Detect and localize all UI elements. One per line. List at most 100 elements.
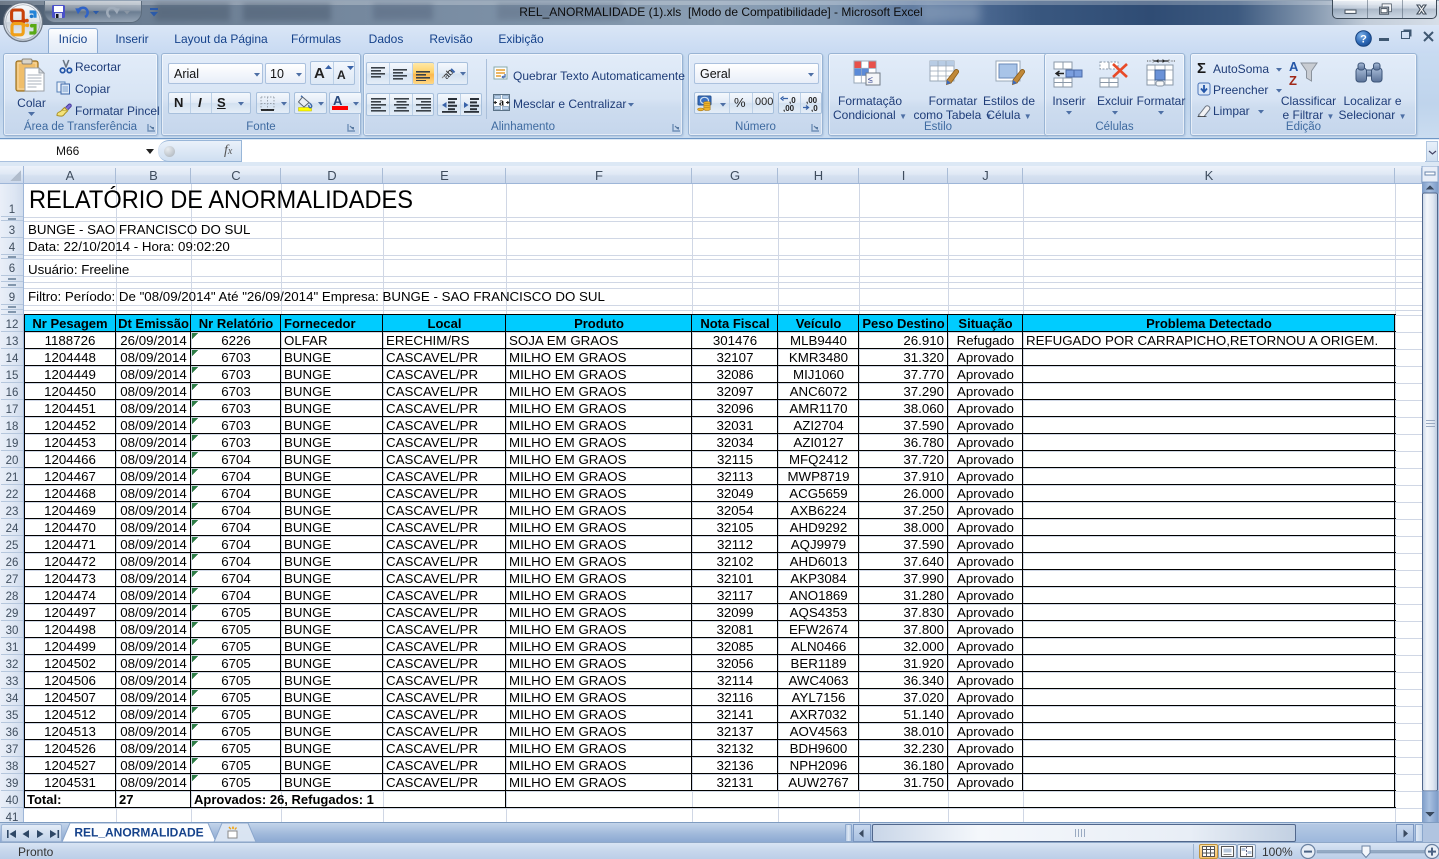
svg-text:OLFAR: OLFAR — [284, 333, 328, 348]
svg-text:CASCAVEL/PR: CASCAVEL/PR — [386, 486, 478, 501]
svg-text:36.780: 36.780 — [903, 435, 944, 450]
svg-text:08/09/2014: 08/09/2014 — [120, 503, 187, 518]
svg-text:32107: 32107 — [717, 350, 754, 365]
svg-text:CASCAVEL/PR: CASCAVEL/PR — [386, 537, 478, 552]
svg-text:08/09/2014: 08/09/2014 — [120, 554, 187, 569]
svg-text:MILHO EM GRAOS: MILHO EM GRAOS — [509, 741, 627, 756]
svg-text:08/09/2014: 08/09/2014 — [120, 401, 187, 416]
svg-text:AYL7156: AYL7156 — [792, 690, 846, 705]
svg-text:CASCAVEL/PR: CASCAVEL/PR — [386, 639, 478, 654]
svg-text:C: C — [231, 168, 240, 183]
svg-text:36: 36 — [6, 727, 19, 739]
svg-text:38.000: 38.000 — [903, 520, 944, 535]
svg-text:1204468: 1204468 — [44, 486, 96, 501]
svg-text:Aprovado: Aprovado — [957, 775, 1014, 790]
svg-text:CASCAVEL/PR: CASCAVEL/PR — [386, 588, 478, 603]
svg-text:6705: 6705 — [221, 741, 251, 756]
svg-text:37.290: 37.290 — [903, 384, 944, 399]
svg-text:32132: 32132 — [717, 741, 754, 756]
svg-text:AZI2704: AZI2704 — [793, 418, 843, 433]
svg-text:08/09/2014: 08/09/2014 — [120, 605, 187, 620]
svg-text:1204526: 1204526 — [44, 741, 96, 756]
svg-text:BUNGE: BUNGE — [284, 435, 331, 450]
svg-text:BUNGE: BUNGE — [284, 469, 331, 484]
svg-text:Aprovado: Aprovado — [957, 435, 1014, 450]
svg-text:ANO1869: ANO1869 — [789, 588, 847, 603]
svg-text:1204452: 1204452 — [44, 418, 96, 433]
svg-text:32112: 32112 — [717, 537, 753, 552]
svg-text:08/09/2014: 08/09/2014 — [120, 724, 187, 739]
svg-text:Aprovado: Aprovado — [957, 384, 1014, 399]
svg-text:MILHO EM GRAOS: MILHO EM GRAOS — [509, 588, 627, 603]
svg-text:1204469: 1204469 — [44, 503, 96, 518]
svg-text:A: A — [1289, 59, 1299, 74]
svg-text:17: 17 — [6, 404, 19, 416]
svg-text:24: 24 — [6, 523, 19, 535]
svg-text:18: 18 — [6, 421, 19, 433]
svg-text:Total:: Total: — [27, 792, 61, 807]
svg-text:08/09/2014: 08/09/2014 — [120, 656, 187, 671]
svg-text:MLB9440: MLB9440 — [790, 333, 847, 348]
svg-text:BUNGE: BUNGE — [284, 384, 331, 399]
svg-text:6704: 6704 — [221, 554, 251, 569]
svg-text:1: 1 — [9, 204, 15, 216]
svg-text:MILHO EM GRAOS: MILHO EM GRAOS — [509, 656, 627, 671]
svg-text:39: 39 — [6, 778, 19, 790]
svg-text:9: 9 — [9, 292, 15, 304]
svg-text:MILHO EM GRAOS: MILHO EM GRAOS — [509, 571, 627, 586]
svg-text:1204502: 1204502 — [44, 656, 96, 671]
svg-text:1204448: 1204448 — [44, 350, 96, 365]
svg-text:37.720: 37.720 — [903, 452, 944, 467]
svg-text:6703: 6703 — [221, 401, 251, 416]
svg-text:08/09/2014: 08/09/2014 — [120, 418, 187, 433]
svg-text:51.140: 51.140 — [903, 707, 944, 722]
svg-text:41: 41 — [6, 812, 19, 822]
svg-text:16: 16 — [6, 387, 19, 399]
svg-text:Refugado: Refugado — [957, 333, 1015, 348]
svg-text:F: F — [595, 168, 603, 183]
svg-text:Data: 22/10/2014 - Hora: 09:02: Data: 22/10/2014 - Hora: 09:02:20 — [28, 239, 230, 254]
svg-text:BUNGE: BUNGE — [284, 588, 331, 603]
svg-text:MILHO EM GRAOS: MILHO EM GRAOS — [509, 401, 627, 416]
svg-text:6703: 6703 — [221, 350, 251, 365]
svg-text:D: D — [327, 168, 336, 183]
svg-text:a: a — [499, 98, 504, 109]
svg-text:Aprovado: Aprovado — [957, 622, 1014, 637]
svg-text:Aprovado: Aprovado — [957, 469, 1014, 484]
svg-text:32054: 32054 — [717, 503, 754, 518]
svg-text:1204467: 1204467 — [44, 469, 96, 484]
svg-text:33: 33 — [6, 676, 19, 688]
svg-text:32114: 32114 — [717, 673, 753, 688]
svg-text:6703: 6703 — [221, 418, 251, 433]
svg-text:G: G — [730, 168, 740, 183]
svg-text:AZI0127: AZI0127 — [793, 435, 843, 450]
svg-text:32113: 32113 — [717, 469, 753, 484]
svg-text:37.770: 37.770 — [903, 367, 944, 382]
svg-text:Usuário: Freeline: Usuário: Freeline — [28, 262, 129, 277]
svg-text:6705: 6705 — [221, 656, 251, 671]
svg-text:AKP3084: AKP3084 — [790, 571, 846, 586]
svg-text:30: 30 — [6, 625, 19, 637]
svg-text:37.910: 37.910 — [903, 469, 944, 484]
svg-text:MILHO EM GRAOS: MILHO EM GRAOS — [509, 724, 627, 739]
svg-text:EFW2674: EFW2674 — [789, 622, 848, 637]
svg-text:4: 4 — [9, 242, 16, 254]
svg-text:32049: 32049 — [717, 486, 754, 501]
svg-text:MWP8719: MWP8719 — [787, 469, 849, 484]
svg-text:1204507: 1204507 — [44, 690, 96, 705]
svg-text:6704: 6704 — [221, 486, 251, 501]
svg-text:6705: 6705 — [221, 724, 251, 739]
svg-text:MILHO EM GRAOS: MILHO EM GRAOS — [509, 486, 627, 501]
svg-text:21: 21 — [6, 472, 19, 484]
svg-text:AXB6224: AXB6224 — [790, 503, 846, 518]
svg-text:1204466: 1204466 — [44, 452, 96, 467]
svg-text:6704: 6704 — [221, 469, 251, 484]
svg-text:08/09/2014: 08/09/2014 — [120, 571, 187, 586]
svg-text:Aprovado: Aprovado — [957, 367, 1014, 382]
svg-text:38.060: 38.060 — [903, 401, 944, 416]
svg-text:32034: 32034 — [717, 435, 754, 450]
svg-text:37.590: 37.590 — [903, 537, 944, 552]
svg-text:ANC6072: ANC6072 — [790, 384, 848, 399]
svg-text:15: 15 — [6, 370, 19, 382]
svg-text:AMR1170: AMR1170 — [789, 401, 847, 416]
